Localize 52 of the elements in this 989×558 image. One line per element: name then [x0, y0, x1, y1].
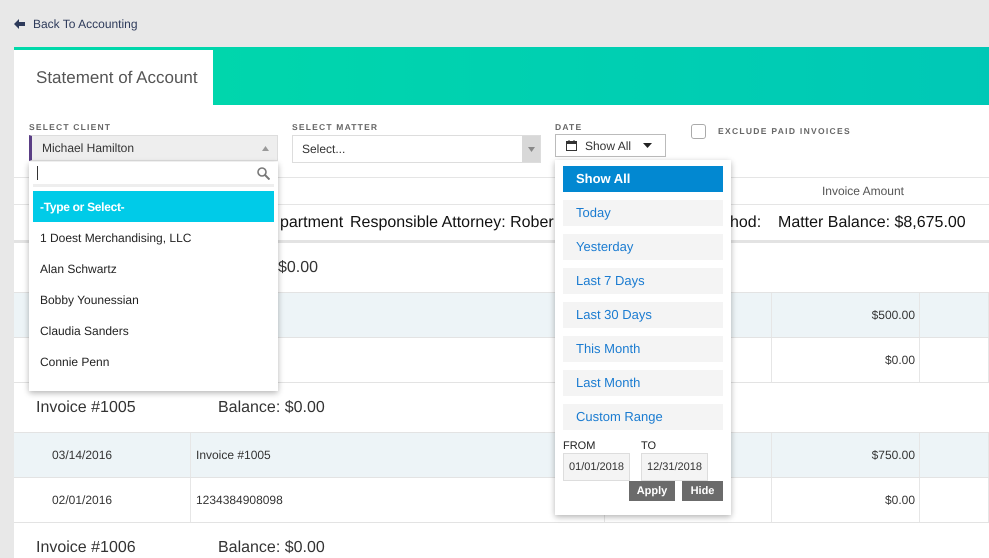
invoice-balance: $0.00 [278, 258, 318, 278]
matter-info-text: partment [279, 212, 344, 232]
date-range-option[interactable]: Show All [563, 166, 723, 192]
client-option[interactable]: Claudia Sanders [33, 315, 274, 346]
text-cursor [37, 166, 38, 180]
invoice-title: Invoice #1006 [35, 538, 137, 558]
hide-button[interactable]: Hide [682, 481, 723, 501]
invoice-balance: Balance: $0.00 [218, 538, 325, 558]
client-option[interactable]: Connie Penn [33, 346, 274, 377]
field-label: SELECT MATTER [292, 121, 380, 134]
client-option[interactable]: 1 Doest Merchandising, LLC [33, 222, 274, 253]
matter-info-text: Responsible Attorney: Rober [350, 212, 555, 232]
amount-cell: $500.00 [772, 293, 920, 337]
date-cell: 02/01/2016 [14, 478, 191, 522]
matter-info-text: hod: [730, 212, 762, 232]
date-range-option[interactable]: Custom Range [563, 404, 723, 430]
invoice-title: Invoice #1005 [35, 398, 137, 418]
date-input[interactable]: 12/31/2018 [641, 453, 708, 481]
matter-info-text: Matter Balance: $8,675.00 [778, 212, 967, 232]
date-range-option[interactable]: Last 7 Days [563, 268, 723, 294]
client-option[interactable]: Bobby Younessian [33, 284, 274, 315]
date-cell: 03/14/2016 [14, 433, 191, 477]
field-label: SELECT CLIENT [29, 121, 112, 134]
date-range-option[interactable]: This Month [563, 336, 723, 362]
amount-cell: $0.00 [772, 338, 920, 382]
search-icon [257, 166, 270, 180]
date-range-option[interactable]: Today [563, 200, 723, 226]
arrow-left-icon [14, 18, 25, 28]
tab[interactable]: Statement of Account [14, 50, 213, 105]
back-link[interactable]: Back To Accounting [14, 14, 138, 32]
date-input[interactable]: 01/01/2018 [563, 453, 630, 481]
date-range-option[interactable]: Last 30 Days [563, 302, 723, 328]
column-header: Invoice Amount [820, 183, 905, 200]
caret-icon [522, 136, 540, 162]
client-option[interactable]: Alan Schwartz [33, 253, 274, 284]
checkbox[interactable] [691, 124, 706, 139]
amount-cell: $750.00 [772, 433, 920, 477]
date-range-option[interactable]: Yesterday [563, 234, 723, 260]
date-range-option[interactable]: Last Month [563, 370, 723, 396]
apply-button[interactable]: Apply [629, 481, 675, 501]
matter-select[interactable]: Select... [292, 135, 541, 163]
caret-icon [262, 146, 269, 150]
caret-icon [643, 143, 652, 148]
checkbox-label: EXCLUDE PAID INVOICES [718, 125, 851, 138]
invoice-balance: Balance: $0.00 [218, 398, 325, 418]
date-button[interactable]: Show All [555, 134, 666, 157]
calendar-icon [566, 140, 577, 151]
client-select[interactable]: Michael Hamilton [29, 135, 278, 161]
amount-cell: $0.00 [772, 478, 920, 522]
field-label: DATE [555, 121, 584, 134]
field-label: FROM [563, 439, 596, 452]
field-label: TO [641, 439, 658, 452]
